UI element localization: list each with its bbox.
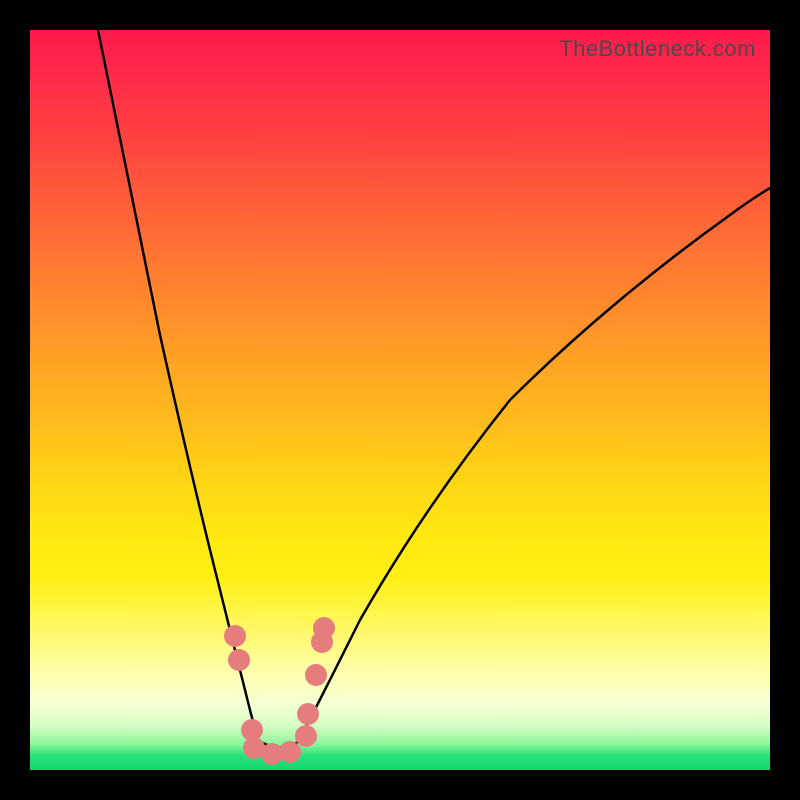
marker-cluster — [224, 617, 335, 765]
marker-dot — [313, 617, 335, 639]
marker-dot — [305, 664, 327, 686]
marker-dot — [279, 741, 301, 763]
marker-dot — [224, 625, 246, 647]
curve-right — [298, 188, 770, 742]
chart-svg — [30, 30, 770, 770]
marker-dot — [228, 649, 250, 671]
chart-frame: TheBottleneck.com — [0, 0, 800, 800]
marker-dot — [295, 725, 317, 747]
plot-area: TheBottleneck.com — [30, 30, 770, 770]
marker-dot — [297, 703, 319, 725]
